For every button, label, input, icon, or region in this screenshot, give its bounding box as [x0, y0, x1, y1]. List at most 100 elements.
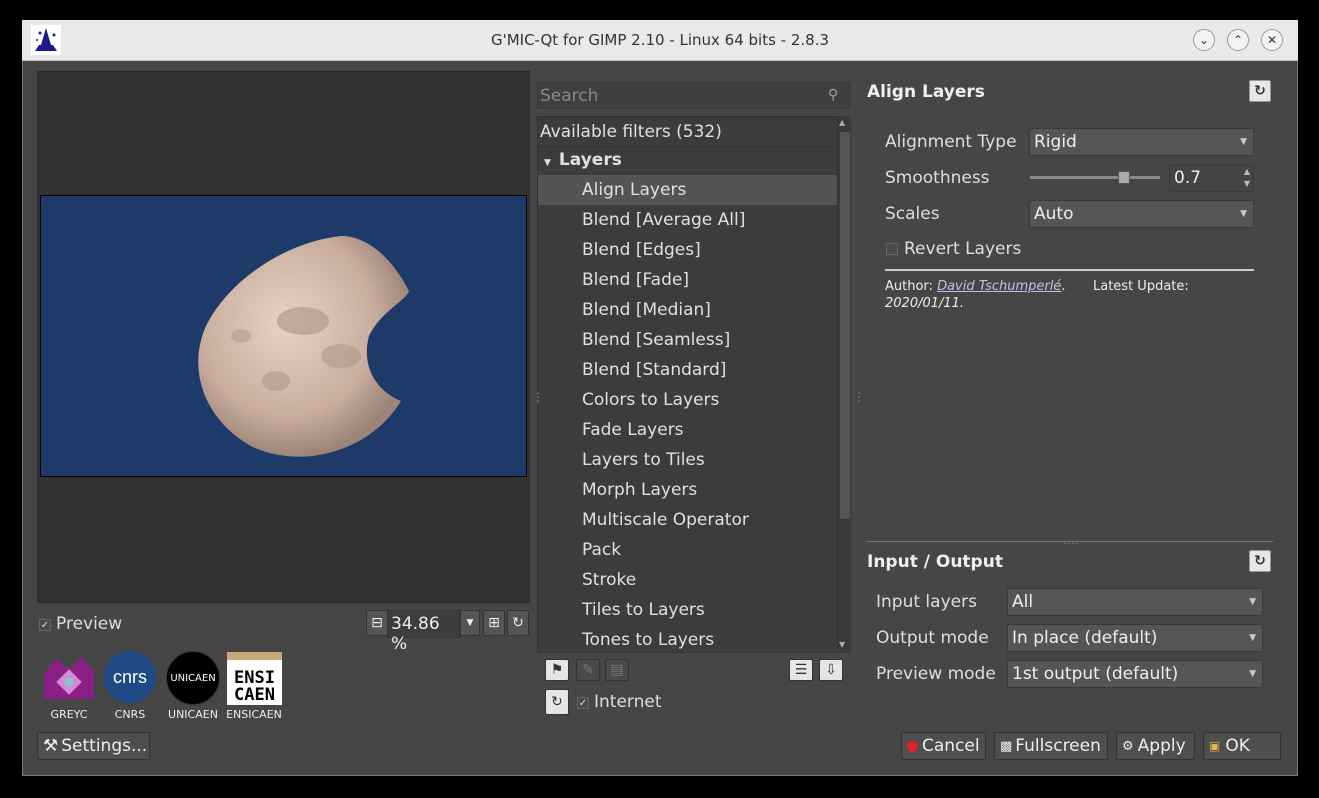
reset-zoom-button[interactable]: ↻	[507, 610, 529, 636]
plus-icon: ⊞	[488, 615, 500, 631]
chevron-down-icon: ▼	[1240, 137, 1247, 147]
chevron-down-icon: ▼	[544, 158, 551, 168]
chevron-down-icon: ▼	[1249, 597, 1256, 607]
smoothness-label: Smoothness	[885, 168, 990, 188]
zoom-field[interactable]: 34.86 %	[387, 610, 460, 654]
filter-item[interactable]: Tones to Layers	[538, 625, 837, 652]
unicaen-caption: UNICAEN	[168, 708, 218, 721]
search-input[interactable]: Search	[537, 82, 850, 109]
scales-label: Scales	[885, 204, 940, 224]
filter-item[interactable]: Multiscale Operator	[538, 505, 837, 535]
spin-arrows-icon: ▲ ▼	[1243, 167, 1250, 188]
cnrs-logo-text: cnrs	[112, 666, 147, 687]
unicaen-logo-text: UNICAEN	[170, 672, 216, 684]
chevron-down-icon: ▼	[1240, 209, 1247, 219]
category-layers[interactable]: ▼ Layers	[538, 145, 837, 175]
update-filters-button[interactable]: ↻	[545, 689, 569, 715]
filter-item[interactable]: Blend [Standard]	[538, 355, 837, 385]
window-title: G'MIC-Qt for GIMP 2.10 - Linux 64 bits -…	[490, 31, 830, 49]
filter-item[interactable]: Blend [Median]	[538, 295, 837, 325]
input-layers-value: All	[1012, 592, 1034, 612]
internet-label: Internet	[594, 692, 662, 712]
refresh-icon: ↻	[1254, 553, 1266, 569]
greyc-logo[interactable]	[42, 655, 96, 705]
output-mode-value: In place (default)	[1012, 628, 1158, 648]
filter-item[interactable]: Layers to Tiles	[538, 445, 837, 475]
visibility-button[interactable]: ☰	[789, 659, 813, 681]
chevron-down-icon: ▼	[1249, 633, 1256, 643]
zoom-in-button[interactable]: ⊞	[483, 610, 505, 636]
ensicaen-logo[interactable]: ENSI CAEN	[227, 652, 282, 705]
reset-params-button[interactable]: ↻	[1249, 80, 1271, 102]
chevron-down-icon: ⌄	[1198, 33, 1210, 47]
filter-item[interactable]: Blend [Average All]	[538, 205, 837, 235]
unicaen-logo[interactable]: UNICAEN	[166, 651, 220, 705]
filter-item[interactable]: Blend [Edges]	[538, 235, 837, 265]
ok-label: OK	[1225, 736, 1250, 756]
update-label: Latest Update:	[1093, 279, 1189, 294]
preview-checkbox[interactable]: ✓	[39, 619, 51, 631]
preview-mode-select[interactable]: 1st output (default) ▼	[1007, 660, 1263, 688]
remove-fave-button[interactable]: ▤	[605, 659, 629, 681]
minimize-button[interactable]: ⌄	[1193, 29, 1215, 51]
remove-fave-icon: ▤	[610, 662, 624, 678]
cancel-dot-icon	[907, 740, 918, 752]
rename-fave-icon: ✎	[582, 662, 594, 678]
filter-item[interactable]: Blend [Seamless]	[538, 325, 837, 355]
scroll-down-icon: ▼	[839, 640, 846, 649]
reset-io-button[interactable]: ↻	[1249, 550, 1271, 572]
filter-item[interactable]: Align Layers	[538, 175, 837, 205]
splitter-grip-icon: ⋯⋯	[1063, 539, 1079, 548]
rename-fave-button[interactable]: ✎	[576, 659, 600, 681]
add-fave-button[interactable]: ⚑	[545, 659, 569, 681]
internet-checkbox[interactable]: ✓	[577, 697, 589, 709]
filter-item[interactable]: Blend [Fade]	[538, 265, 837, 295]
filter-tree[interactable]: Available filters (532) ▼ Layers Align La…	[537, 116, 851, 653]
smoothness-value: 0.7	[1174, 168, 1202, 188]
smoothness-slider-track[interactable]	[1030, 176, 1160, 179]
filter-item[interactable]: Pack	[538, 535, 837, 565]
refresh-icon: ↻	[551, 694, 563, 710]
output-mode-select[interactable]: In place (default) ▼	[1007, 624, 1263, 652]
cnrs-caption: CNRS	[114, 708, 146, 721]
cancel-button[interactable]: Cancel	[901, 732, 986, 760]
input-layers-select[interactable]: All ▼	[1007, 588, 1263, 616]
refresh-icon: ↻	[512, 615, 524, 631]
alignment-type-select[interactable]: Rigid ▼	[1029, 128, 1254, 156]
filter-item[interactable]: Stroke	[538, 565, 837, 595]
smoothness-spinbox[interactable]: 0.7 ▲ ▼	[1169, 164, 1254, 192]
tree-scrollbar[interactable]: ▲ ▼	[837, 116, 851, 653]
author-link[interactable]: David Tschumperlé	[937, 279, 1061, 294]
filter-item[interactable]: Fade Layers	[538, 415, 837, 445]
fullscreen-icon: ▩	[1000, 738, 1013, 754]
scales-value: Auto	[1034, 204, 1074, 224]
filter-item[interactable]: Tiles to Layers	[538, 595, 837, 625]
splitter-handle-right[interactable]: ⋮	[853, 390, 865, 404]
smoothness-slider-handle[interactable]	[1117, 171, 1130, 184]
settings-button[interactable]: ⚒ Settings...	[37, 732, 150, 760]
filter-item[interactable]: Morph Layers	[538, 475, 837, 505]
expand-button[interactable]: ⇩	[819, 659, 843, 681]
tree-header[interactable]: Available filters (532)	[538, 117, 837, 147]
splitter-handle-left[interactable]: ⋮	[532, 390, 544, 404]
scales-select[interactable]: Auto ▼	[1029, 200, 1254, 228]
author-prefix: Author:	[885, 279, 938, 294]
add-fave-icon: ⚑	[550, 662, 564, 678]
maximize-button[interactable]: ⌃	[1227, 29, 1249, 51]
close-icon: ✕	[1266, 33, 1278, 47]
ok-button[interactable]: ▣ OK	[1203, 732, 1281, 760]
zoom-out-button[interactable]: ⊟	[366, 610, 388, 636]
cnrs-logo[interactable]: cnrs	[104, 651, 156, 703]
zoom-dropdown-button[interactable]: ▼	[460, 610, 480, 636]
revert-layers-checkbox[interactable]	[886, 243, 898, 255]
fullscreen-button[interactable]: ▩ Fullscreen	[994, 732, 1108, 760]
refresh-icon: ↻	[1254, 83, 1266, 99]
list-icon: ☰	[794, 662, 808, 678]
input-layers-label: Input layers	[876, 592, 977, 612]
apply-button[interactable]: ⚙ Apply	[1116, 732, 1195, 760]
update-date: 2020/01/11.	[885, 296, 965, 311]
scroll-thumb[interactable]	[840, 132, 850, 519]
apply-label: Apply	[1137, 736, 1186, 756]
filter-item[interactable]: Colors to Layers	[538, 385, 837, 415]
close-button[interactable]: ✕	[1261, 29, 1283, 51]
